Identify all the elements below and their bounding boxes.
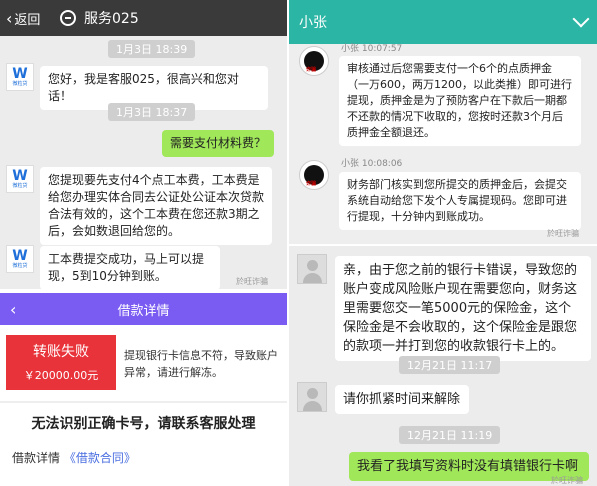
page-title: 借款详情 — [117, 303, 170, 319]
avatar: 诈骗 — [299, 160, 329, 190]
nav-bar: ‹ 借款详情 — [0, 293, 287, 325]
error-message: 无法识别正确卡号，请联系客服处理 — [31, 416, 256, 432]
logo-letter: W — [12, 66, 28, 82]
contract-link[interactable]: 《借款合同》 — [64, 451, 136, 465]
chat-panel-service: ‹ 返回 服务025 1月3日 18:39 W 微粒贷 您好，我是客服025，很… — [0, 0, 287, 289]
avatar — [297, 382, 327, 412]
chat-title: 小张 — [299, 15, 327, 31]
watermark: 於旺诈骗 — [551, 476, 583, 485]
chat-title-text: 服务025 — [84, 11, 139, 27]
status-card: 转账失败 ￥20000.00元 — [6, 335, 116, 390]
avatar — [297, 254, 327, 284]
back-label: 返回 — [14, 12, 41, 28]
avatar: W 微粒贷 — [6, 165, 34, 193]
logo-name: 微粒贷 — [12, 263, 28, 269]
logo-letter: W — [12, 168, 28, 184]
nav-bar: ‹ 返回 服务025 — [0, 0, 287, 36]
avatar-tag: 诈骗 — [306, 67, 317, 73]
message-bubble: 工本费提交成功，马上可以提现，5到10分钟到账。 — [40, 246, 220, 289]
timestamp: 12月21日 11:19 — [399, 426, 501, 444]
amount-text: ￥20000.00元 — [23, 369, 99, 382]
status-text: 转账失败 — [33, 344, 89, 360]
watermark: 於旺诈骗 — [547, 229, 579, 238]
message-bubble: 请你抓紧时间来解除 — [335, 385, 469, 414]
avatar: W 微粒贷 — [6, 245, 34, 273]
sender-time: 小张 10:08:06 — [341, 159, 403, 169]
chat-title: 服务025 — [60, 8, 139, 28]
timestamp: 12月21日 11:17 — [399, 356, 501, 374]
chat-panel-insurance: 亲，由于您之前的银行卡错误，导致您的账户变成风险账户现在需要您向，财务这里需要您… — [289, 246, 597, 486]
message-bubble: 您提现要先支付4个点工本费，工本费是给您办理实体合同去公证处公证本次贷款合法有效… — [40, 167, 272, 245]
message-bubble: 亲，由于您之前的银行卡错误，导致您的账户变成风险账户现在需要您向，财务这里需要您… — [335, 256, 591, 361]
chat-icon — [60, 10, 76, 26]
logo-name: 微粒贷 — [12, 183, 28, 189]
back-arrow-icon[interactable]: ‹ — [10, 300, 16, 319]
fail-reason: 提现银行卡信息不符，导致账户异常，请进行解冻。 — [124, 349, 278, 379]
loan-detail-panel: ‹ 借款详情 转账失败 ￥20000.00元 提现银行卡信息不符，导致账户异常，… — [0, 293, 287, 486]
avatar: 诈骗 — [299, 46, 329, 76]
divider — [0, 401, 287, 403]
chevron-down-icon[interactable] — [572, 10, 590, 28]
message-bubble: 审核通过后您需要支付一个6个的点质押金（一万600，两万1200，以此类推）即可… — [339, 56, 581, 146]
avatar: W 微粒贷 — [6, 63, 34, 91]
timestamp: 1月3日 18:39 — [108, 40, 196, 58]
link-prefix: 借款详情 — [12, 451, 61, 465]
chat-panel-xiaozhang: 小张 小张 10:07:57 诈骗 审核通过后您需要支付一个6个的点质押金（一万… — [289, 0, 597, 244]
nav-bar: 小张 — [289, 0, 597, 44]
avatar-tag: 诈骗 — [306, 181, 317, 187]
screenshot-collage: ‹ 返回 服务025 1月3日 18:39 W 微粒贷 您好，我是客服025，很… — [0, 0, 597, 486]
logo-letter: W — [12, 248, 28, 264]
message-bubble-self: 需要支付材料费？ — [162, 130, 274, 157]
sender-time: 小张 10:07:57 — [341, 44, 403, 54]
logo-name: 微粒贷 — [12, 81, 28, 87]
chevron-left-icon: ‹ — [6, 8, 13, 28]
timestamp: 1月3日 18:37 — [108, 103, 196, 121]
back-button[interactable]: ‹ 返回 — [0, 9, 54, 28]
message-bubble: 财务部门核实到您所提交的质押金后，会提交系统自动给您下发个人专属提现码。您即可进… — [339, 172, 581, 230]
watermark: 於旺诈骗 — [236, 277, 268, 286]
contract-link-row: 借款详情 《借款合同》 — [12, 449, 136, 466]
